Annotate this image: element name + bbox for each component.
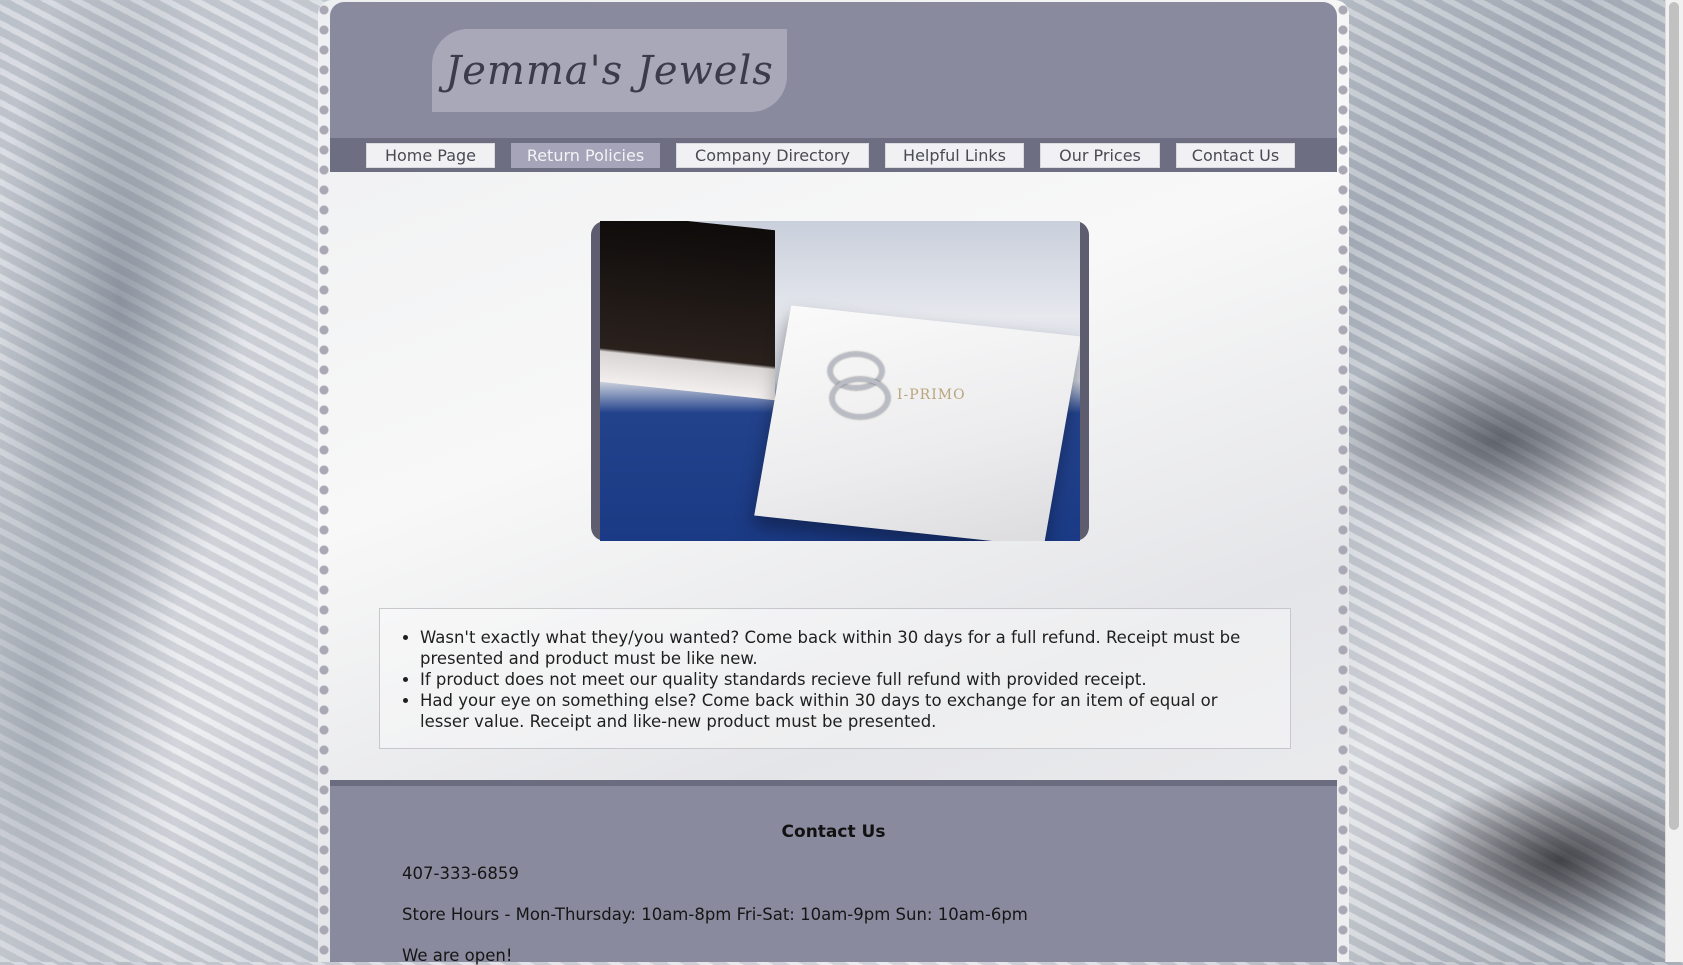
ring-icon — [830, 377, 890, 419]
vertical-scrollbar[interactable] — [1665, 0, 1683, 962]
nav-home-page[interactable]: Home Page — [366, 142, 495, 168]
hero-image-frame: I-PRIMO — [591, 221, 1089, 541]
policy-item-refund: Wasn't exactly what they/you wanted? Com… — [420, 627, 1266, 669]
nav-contact-us[interactable]: Contact Us — [1176, 142, 1295, 168]
policy-item-exchange: Had your eye on something else? Come bac… — [420, 690, 1266, 732]
box-lid — [600, 221, 775, 401]
return-policies-panel: Wasn't exactly what they/you wanted? Com… — [379, 608, 1291, 749]
site-title: Jemma's Jewels — [445, 47, 774, 94]
scrollbar-thumb[interactable] — [1669, 2, 1679, 830]
nav-company-directory[interactable]: Company Directory — [676, 142, 869, 168]
box-brand-text: I-PRIMO — [897, 387, 966, 403]
site-logo[interactable]: Jemma's Jewels — [432, 29, 787, 112]
ring-box-photo: I-PRIMO — [600, 221, 1080, 541]
main-nav: Home Page Return Policies Company Direct… — [330, 138, 1337, 172]
policy-list: Wasn't exactly what they/you wanted? Com… — [400, 627, 1266, 732]
nav-helpful-links[interactable]: Helpful Links — [885, 142, 1024, 168]
site-header: Jemma's Jewels — [330, 2, 1337, 138]
nav-our-prices[interactable]: Our Prices — [1040, 142, 1160, 168]
nav-return-policies[interactable]: Return Policies — [511, 142, 660, 168]
box-base — [754, 305, 1080, 541]
policy-item-quality: If product does not meet our quality sta… — [420, 669, 1266, 690]
